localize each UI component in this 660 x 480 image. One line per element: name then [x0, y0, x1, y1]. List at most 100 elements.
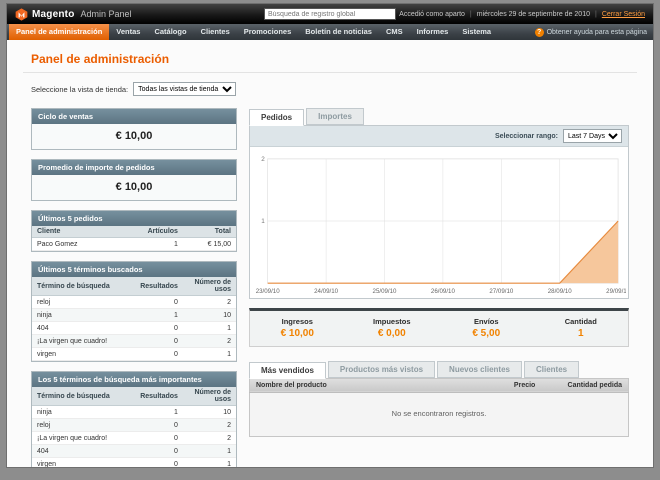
table-header-row: Término de búsqueda Resultados Número de u…: [32, 277, 236, 296]
total-label: Impuestos: [372, 316, 411, 326]
nav-item-promotions[interactable]: Promociones: [237, 24, 299, 40]
dashboard: Ciclo de ventas € 10,00 Promedio de impo…: [31, 108, 629, 467]
svg-text:29/09/10: 29/09/10: [606, 288, 628, 295]
session-info: Accedió como aparto | miércoles 29 de se…: [396, 11, 645, 18]
header-date: miércoles 29 de septiembre de 2010: [476, 10, 590, 18]
table-cell: 404: [32, 444, 134, 458]
svg-text:1: 1: [261, 218, 265, 225]
table-cell: ¡La virgen que cuadro!: [32, 334, 134, 348]
store-switcher: Seleccione la vista de tienda: Todas las…: [31, 82, 629, 96]
column-header: Número de usos: [182, 277, 236, 296]
nav-item-newsletter[interactable]: Boletín de noticias: [298, 24, 379, 40]
top-search-terms-table: Término de búsqueda Resultados Número de u…: [32, 387, 236, 467]
column-header: Número de usos: [182, 387, 236, 406]
table-cell: 1: [182, 457, 236, 467]
title-divider: [23, 72, 637, 73]
table-row: ¡La virgen que cuadro! 0 2: [32, 334, 236, 348]
lifetime-sales-card: Ciclo de ventas € 10,00: [31, 108, 237, 150]
tab-most-viewed[interactable]: Productos más vistos: [327, 360, 436, 378]
nav-item-reports[interactable]: Informes: [410, 24, 456, 40]
table-cell: 2: [182, 418, 236, 432]
top-header: Magento Admin Panel Accedió como aparto …: [7, 4, 653, 24]
last-search-terms-table: Término de búsqueda Resultados Número de u…: [32, 277, 236, 361]
nav-item-catalog[interactable]: Catálogo: [147, 24, 193, 40]
table-cell: virgen: [32, 457, 134, 467]
card-title: Ciclo de ventas: [32, 109, 236, 124]
card-title: Los 5 términos de búsqueda más important…: [32, 372, 236, 387]
products-table: Nombre del producto Precio Cantidad pedida…: [249, 377, 629, 437]
store-view-label: Seleccione la vista de tienda:: [31, 84, 129, 94]
help-link[interactable]: ? Obtener ayuda para esta página: [534, 24, 651, 40]
total-shipping: Envíos € 5,00: [439, 317, 534, 339]
range-select[interactable]: Last 7 Days: [563, 129, 622, 143]
card-title: Últimos 5 términos buscados: [32, 262, 236, 277]
svg-text:25/09/10: 25/09/10: [373, 288, 398, 295]
tab-customers[interactable]: Clientes: [523, 360, 580, 378]
products-tabs: Más vendidos Productos más vistos Nuevos…: [249, 360, 629, 379]
total-value: 1: [577, 327, 584, 339]
table-cell: 2: [182, 295, 236, 309]
total-label: Cantidad: [564, 316, 597, 326]
store-view-select[interactable]: Todas las vistas de tienda: [133, 82, 237, 96]
screen: Magento Admin Panel Accedió como aparto …: [0, 0, 660, 480]
table-cell: 1: [182, 347, 236, 361]
table-row: 404 0 1: [32, 321, 236, 335]
table-cell: 1: [182, 321, 236, 335]
table-cell: 0: [134, 444, 183, 458]
table-header-row: Término de búsqueda Resultados Número de u…: [32, 387, 236, 406]
table-cell: 2: [182, 431, 236, 445]
svg-text:26/09/10: 26/09/10: [431, 288, 456, 295]
range-label: Seleccionar rango:: [494, 132, 558, 140]
svg-text:27/09/10: 27/09/10: [489, 288, 514, 295]
tab-bestsellers[interactable]: Más vendidos: [249, 361, 326, 379]
total-value: € 0,00: [377, 327, 406, 339]
table-cell: 2: [182, 334, 236, 348]
table-cell: 10: [182, 405, 236, 419]
nav-item-customers[interactable]: Clientes: [194, 24, 237, 40]
admin-page: Magento Admin Panel Accedió como aparto …: [6, 3, 654, 468]
table-cell: 0: [134, 418, 183, 432]
help-icon: ?: [534, 27, 544, 37]
content: Panel de administración Seleccione la vi…: [7, 40, 653, 467]
svg-text:2: 2: [261, 156, 265, 163]
nav-item-sales[interactable]: Ventas: [109, 24, 147, 40]
column-header: Resultados: [134, 277, 183, 296]
column-header: Nombre del producto: [249, 378, 458, 393]
average-orders-value: € 10,00: [32, 175, 236, 200]
page-title: Panel de administración: [31, 52, 170, 66]
table-row: virgen 0 1: [32, 347, 236, 361]
column-header: Artículos: [134, 226, 183, 238]
column-header: Precio: [457, 378, 542, 393]
empty-row: No se encontraron registros.: [249, 392, 629, 437]
table-cell: ninja: [32, 308, 134, 322]
tab-orders[interactable]: Pedidos: [249, 109, 305, 126]
table-cell: 1: [134, 237, 183, 251]
table-cell: 0: [134, 431, 183, 445]
tab-new-customers[interactable]: Nuevos clientes: [437, 360, 522, 378]
nav-item-system[interactable]: Sistema: [455, 24, 498, 40]
total-label: Envíos: [473, 316, 499, 326]
column-header: Término de búsqueda: [32, 387, 134, 406]
nav-item-cms[interactable]: CMS: [379, 24, 410, 40]
total-quantity: Cantidad 1: [534, 317, 629, 339]
global-search-input[interactable]: [264, 8, 396, 20]
table-cell: 10: [182, 308, 236, 322]
nav-item-dashboard[interactable]: Panel de administración: [9, 24, 110, 40]
table-row: ninja 1 10: [32, 308, 236, 322]
total-label: Ingresos: [281, 316, 313, 326]
table-cell: ninja: [32, 405, 134, 419]
table-cell: reloj: [32, 295, 134, 309]
logout-link[interactable]: Cerrar Sesión: [602, 11, 645, 18]
table-row: 404 0 1: [32, 444, 236, 458]
table-cell: ¡La virgen que cuadro!: [32, 431, 134, 445]
table-row: ¡La virgen que cuadro! 0 2: [32, 431, 236, 445]
table-row: ninja 1 10: [32, 405, 236, 419]
table-cell: € 15,00: [182, 237, 236, 251]
chart-panel: Seleccionar rango: Last 7 Days 23/09/10 2…: [249, 125, 629, 299]
last-search-terms-card: Últimos 5 términos buscados Término de b…: [31, 261, 237, 362]
tab-amounts[interactable]: Importes: [306, 108, 364, 125]
totals-bar: Ingresos € 10,00 Impuestos € 0,00 Envíos…: [249, 307, 629, 347]
table-cell: 0: [134, 321, 183, 335]
top-search-terms-card: Los 5 términos de búsqueda más important…: [31, 371, 237, 467]
column-header: Término de búsqueda: [32, 277, 134, 296]
